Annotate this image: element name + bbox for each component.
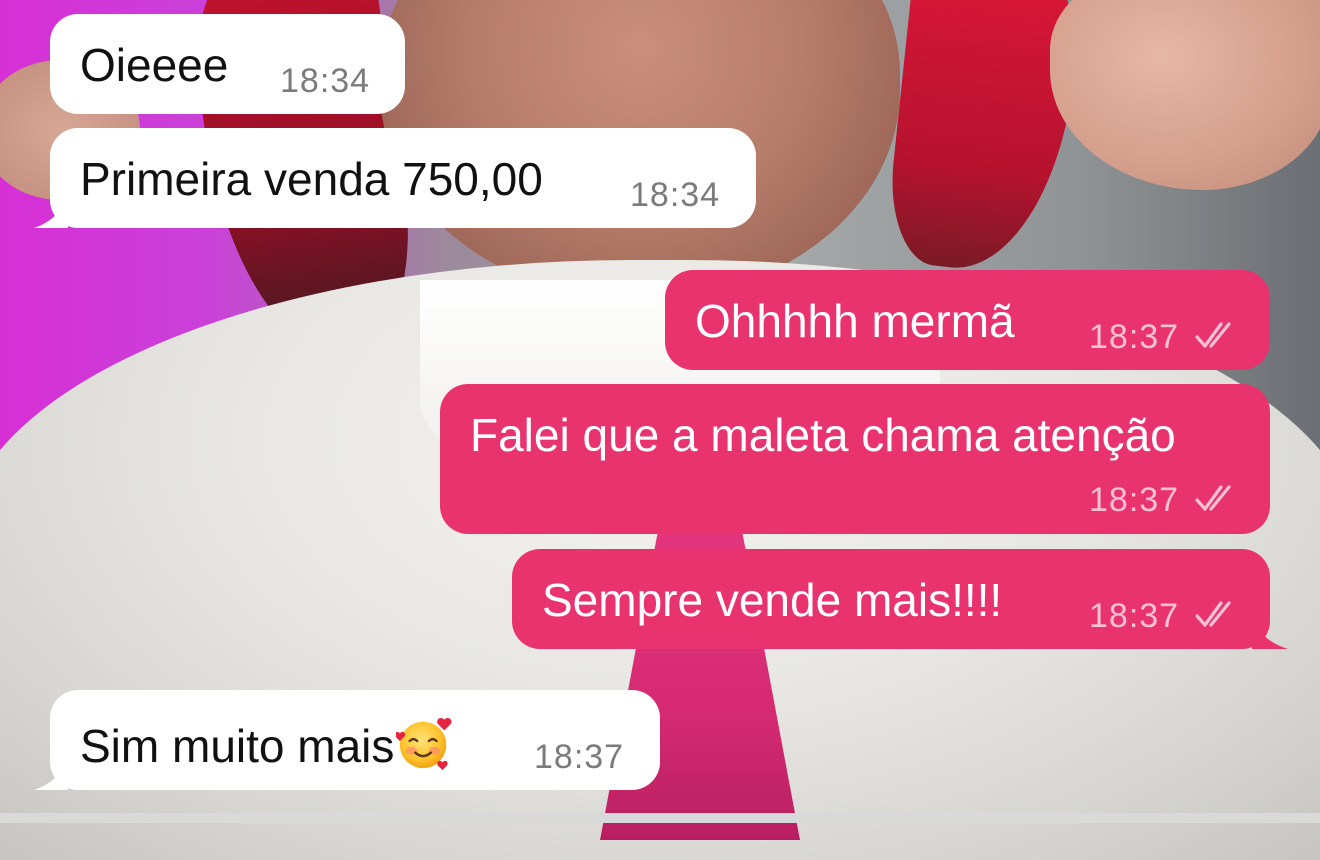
bubble-tail — [34, 192, 68, 228]
message-bubble-outgoing[interactable]: Falei que a maleta chama atenção 18:37 — [440, 384, 1270, 534]
message-text: Oieeee — [80, 39, 229, 91]
message-text: Sempre vende mais!!!! — [542, 574, 1003, 626]
double-check-icon — [1195, 322, 1231, 348]
message-bubble-incoming[interactable]: Sim muito mais 18:37 — [50, 690, 660, 790]
message-time: 18:37 — [1089, 597, 1180, 635]
message-bubble-outgoing[interactable]: Sempre vende mais!!!! 18:37 — [512, 549, 1270, 649]
message-text-row: Sim muito mais — [80, 714, 454, 773]
bubble-tail — [1252, 613, 1288, 649]
message-text: Primeira venda 750,00 — [80, 153, 543, 205]
double-check-icon — [1195, 601, 1231, 627]
bottom-divider — [0, 813, 1320, 823]
message-time: 18:34 — [280, 62, 371, 100]
message-bubble-incoming[interactable]: Oieeee 18:34 — [50, 14, 405, 114]
message-time: 18:37 — [534, 738, 625, 776]
message-text: Falei que a maleta chama atenção — [470, 409, 1176, 461]
message-bubble-incoming[interactable]: Primeira venda 750,00 18:34 — [50, 128, 756, 228]
message-text: Ohhhhh mermã — [695, 295, 1015, 347]
bubble-tail — [34, 754, 68, 790]
double-check-icon — [1195, 485, 1231, 511]
message-list[interactable]: Oieeee 18:34 Primeira venda 750,00 18:34… — [0, 0, 1320, 823]
smiling-face-with-hearts-icon — [396, 718, 452, 771]
message-text: Sim muito mais — [80, 720, 395, 772]
message-time: 18:37 — [1089, 481, 1180, 519]
message-time: 18:34 — [630, 176, 721, 214]
message-bubble-outgoing[interactable]: Ohhhhh mermã 18:37 — [665, 270, 1270, 370]
message-time: 18:37 — [1089, 318, 1180, 356]
